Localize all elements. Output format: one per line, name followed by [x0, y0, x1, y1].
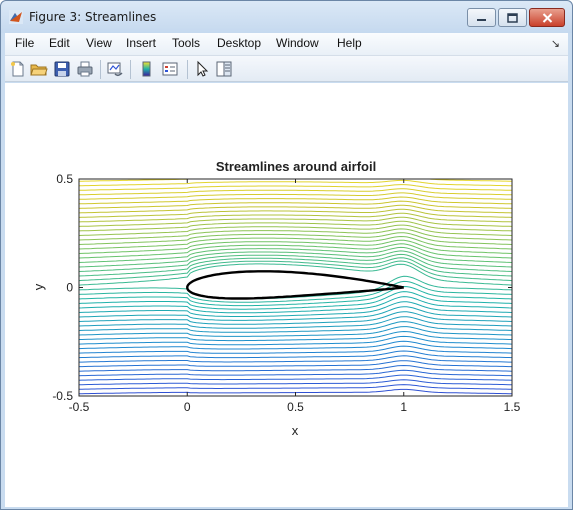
x-tick-label: 0	[184, 400, 191, 414]
minimize-button[interactable]	[467, 8, 496, 27]
close-button[interactable]	[529, 8, 565, 27]
window-title: Figure 3: Streamlines	[29, 10, 157, 24]
figure-canvas: Streamlines around airfoil -0.5 0 0.5 1 1.5 …	[5, 83, 568, 507]
pointer-icon[interactable]	[193, 60, 211, 78]
toolbar-separator	[130, 60, 131, 79]
menu-view[interactable]: View	[86, 36, 112, 50]
y-tick-label: 0.5	[56, 172, 73, 186]
y-tick-label: -0.5	[52, 389, 73, 403]
colorbar-icon[interactable]	[138, 60, 156, 78]
menu-bar: File Edit View Insert Tools Desktop Wind…	[5, 33, 568, 55]
close-icon	[542, 12, 552, 23]
link-plot-icon[interactable]	[106, 60, 124, 78]
chart-title: Streamlines around airfoil	[216, 159, 376, 174]
property-editor-icon[interactable]	[215, 60, 233, 78]
new-figure-icon[interactable]	[9, 60, 27, 78]
open-file-icon[interactable]	[30, 60, 48, 78]
dock-arrow-icon[interactable]: ↘	[551, 37, 560, 50]
menu-insert[interactable]: Insert	[126, 36, 156, 50]
matlab-icon	[9, 10, 23, 24]
maximize-button[interactable]	[498, 8, 527, 27]
x-tick-label: 1.5	[504, 400, 521, 414]
menu-edit[interactable]: Edit	[49, 36, 70, 50]
maximize-icon	[507, 12, 518, 23]
x-tick-label: 1	[400, 400, 407, 414]
legend-icon[interactable]	[161, 60, 179, 78]
print-icon[interactable]	[76, 60, 94, 78]
figure-window: Figure 3: Streamlines File Edit View Ins…	[0, 0, 573, 510]
minimize-icon	[477, 18, 486, 21]
toolbar-separator	[100, 60, 101, 79]
x-axis-label: x	[292, 423, 299, 438]
menu-window[interactable]: Window	[276, 36, 319, 50]
save-icon[interactable]	[53, 60, 71, 78]
streamline-plot[interactable]: Streamlines around airfoil -0.5 0 0.5 1 1.5 …	[5, 83, 568, 507]
menu-file[interactable]: File	[15, 36, 34, 50]
menu-tools[interactable]: Tools	[172, 36, 200, 50]
y-tick-label: 0	[66, 281, 73, 295]
y-axis-label: y	[31, 283, 46, 290]
title-bar[interactable]: Figure 3: Streamlines	[1, 1, 572, 33]
x-tick-label: 0.5	[287, 400, 304, 414]
menu-help[interactable]: Help	[337, 36, 362, 50]
figure-toolbar	[5, 55, 568, 82]
toolbar-separator	[187, 60, 188, 79]
menu-desktop[interactable]: Desktop	[217, 36, 261, 50]
